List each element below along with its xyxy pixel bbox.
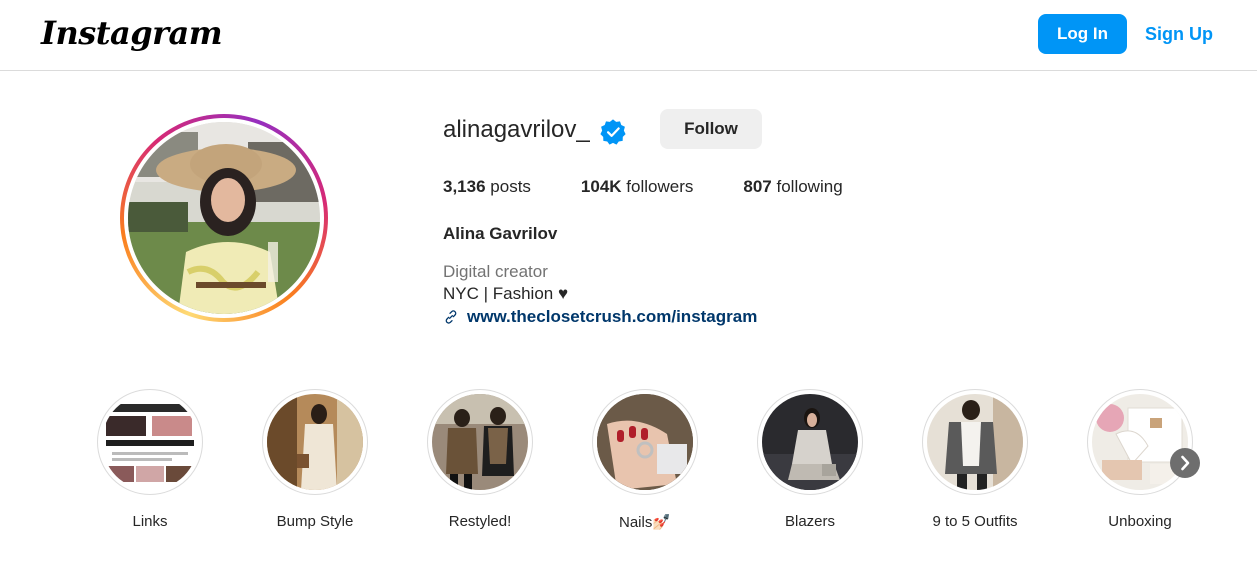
link-chain-icon xyxy=(445,310,457,324)
full-name: Alina Gavrilov xyxy=(443,224,558,243)
highlight-nails[interactable]: Nails💅🏻 xyxy=(592,389,698,531)
following-stat[interactable]: 807 following xyxy=(743,177,842,197)
highlight-cover-ring[interactable] xyxy=(757,389,863,495)
follow-button[interactable]: Follow xyxy=(660,109,762,149)
sign-up-button[interactable]: Sign Up xyxy=(1135,14,1223,54)
posts-count: 3,136 xyxy=(443,177,486,196)
highlight-cover-ring[interactable] xyxy=(592,389,698,495)
highlight-label: 9 to 5 Outfits xyxy=(932,513,1018,530)
highlight-links[interactable]: Links xyxy=(97,389,203,530)
highlight-label: Bump Style xyxy=(276,513,354,530)
log-in-button[interactable]: Log In xyxy=(1038,14,1127,54)
highlight-restyled[interactable]: Restyled! xyxy=(427,389,533,530)
highlight-cover-image xyxy=(927,394,1023,490)
highlight-cover-ring[interactable] xyxy=(262,389,368,495)
profile-picture xyxy=(128,122,320,314)
verified-badge-icon xyxy=(600,119,626,145)
chevron-right-icon xyxy=(1181,455,1190,471)
highlight-cover-ring[interactable] xyxy=(922,389,1028,495)
highlight-cover-ring[interactable] xyxy=(97,389,203,495)
highlight-label: Unboxing xyxy=(1108,513,1172,530)
posts-label: posts xyxy=(490,177,531,196)
instagram-logo[interactable]: Instagram xyxy=(41,14,223,52)
highlight-label: Nails💅🏻 xyxy=(618,514,672,531)
profile-stats: 3,136 posts 104K followers 807 following xyxy=(443,177,893,197)
highlight-blazers[interactable]: Blazers xyxy=(757,389,863,530)
following-count: 807 xyxy=(743,177,772,196)
highlight-cover-image xyxy=(102,394,198,490)
posts-stat: 3,136 posts xyxy=(443,177,531,197)
highlight-cover-ring[interactable] xyxy=(427,389,533,495)
external-link-row[interactable]: www.theclosetcrush.com/instagram xyxy=(443,307,757,327)
highlight-label: Blazers xyxy=(784,513,836,530)
profile-picture-ring[interactable] xyxy=(120,114,328,322)
profile-category: Digital creator xyxy=(443,262,548,281)
highlights-next-button[interactable] xyxy=(1170,448,1200,478)
highlight-cover-image xyxy=(267,394,363,490)
username: alinagavrilov_ xyxy=(443,116,590,143)
highlight-9-to-5-outfits[interactable]: 9 to 5 Outfits xyxy=(922,389,1028,530)
highlight-bump-style[interactable]: Bump Style xyxy=(262,389,368,530)
following-label: following xyxy=(776,177,843,196)
highlight-cover-image xyxy=(432,394,528,490)
highlight-cover-image xyxy=(597,394,693,490)
highlight-cover-image xyxy=(762,394,858,490)
bio-text: NYC | Fashion ♥ xyxy=(443,284,569,303)
highlight-cover-ring[interactable] xyxy=(1087,389,1193,495)
followers-label: followers xyxy=(626,177,694,196)
external-link[interactable]: www.theclosetcrush.com/instagram xyxy=(467,307,757,327)
followers-count: 104K xyxy=(580,177,622,196)
highlight-label: Restyled! xyxy=(448,513,512,530)
followers-stat[interactable]: 104K followers xyxy=(581,177,693,197)
highlight-label: Links xyxy=(132,513,168,530)
top-bar: Instagram Log In Sign Up xyxy=(0,0,1257,71)
